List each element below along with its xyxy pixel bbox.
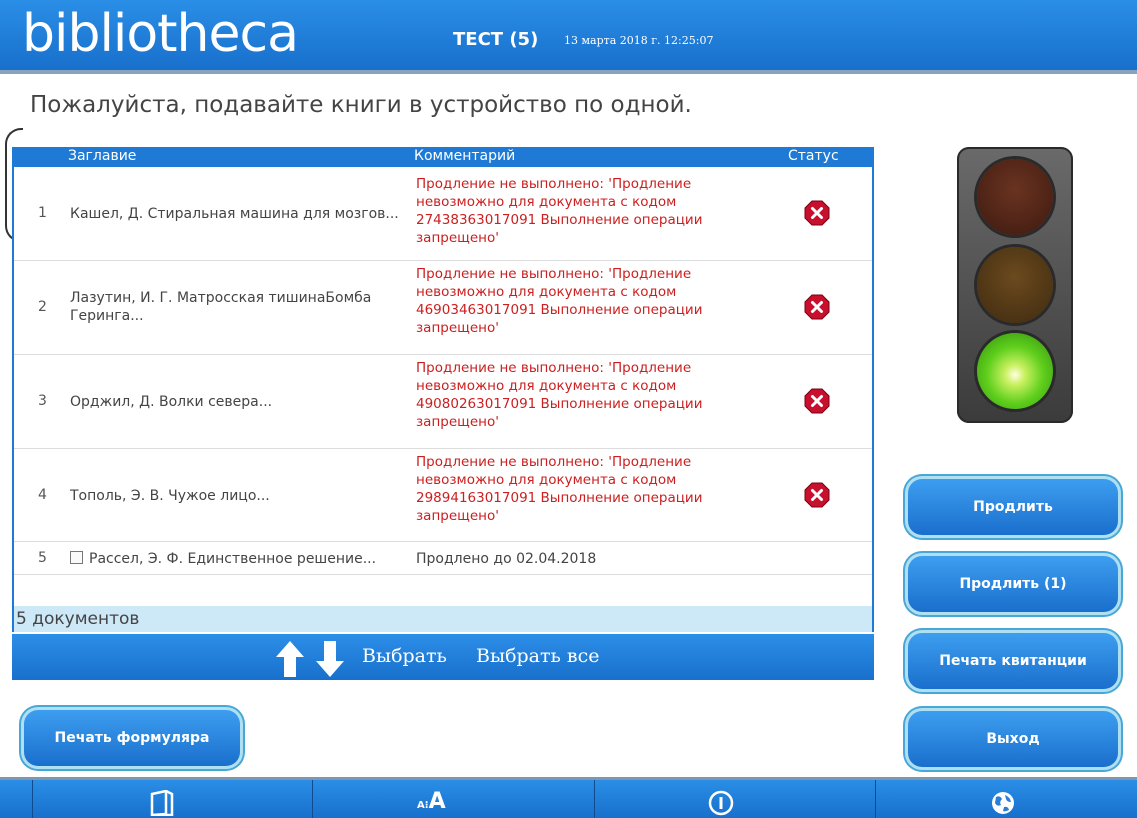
- book-icon[interactable]: [149, 790, 175, 816]
- row-title: Лазутин, И. Г. Матросская тишинаБомба Ге…: [70, 290, 372, 324]
- row-number: 1: [38, 205, 47, 221]
- row-number: 4: [38, 487, 47, 503]
- footer-separator: [875, 780, 876, 818]
- column-header-status: Статус: [788, 148, 839, 164]
- table-header: Заглавие Комментарий Статус: [12, 147, 874, 167]
- header-divider: [0, 70, 1137, 74]
- renew-one-button[interactable]: Продлить (1): [908, 556, 1118, 612]
- column-header-comment: Комментарий: [414, 148, 516, 164]
- header-bar: bibliotheca ТЕСТ (5) 13 марта 2018 г. 12…: [0, 0, 1137, 70]
- footer-separator: [312, 780, 313, 818]
- print-receipt-button[interactable]: Печать квитанции: [908, 633, 1118, 689]
- row-number: 5: [38, 550, 47, 566]
- error-status-icon: [804, 482, 830, 508]
- bibliotheca-logo: bibliotheca: [22, 4, 299, 64]
- table-row[interactable]: 5 Рассел, Э. Ф. Единственное решение... …: [14, 542, 872, 575]
- row-comment: Продление не выполнено: 'Продление невоз…: [416, 266, 703, 336]
- station-name: ТЕСТ (5): [453, 29, 539, 50]
- instruction-text: Пожалуйста, подавайте книги в устройство…: [30, 92, 692, 118]
- row-title: Рассел, Э. Ф. Единственное решение...: [89, 551, 377, 567]
- footer-bar: A⁝A: [0, 780, 1137, 818]
- column-header-title: Заглавие: [68, 148, 137, 164]
- table-row[interactable]: 3 Орджил, Д. Волки севера... Продление н…: [14, 355, 872, 449]
- error-status-icon: [804, 200, 830, 226]
- row-comment: Продление не выполнено: 'Продление невоз…: [416, 360, 703, 430]
- error-status-icon: [804, 294, 830, 320]
- yellow-lamp: [977, 247, 1053, 323]
- row-comment: Продление не выполнено: 'Продление невоз…: [416, 176, 703, 246]
- traffic-light: [957, 147, 1073, 423]
- row-checkbox[interactable]: [70, 551, 83, 564]
- footer-separator: [32, 780, 33, 818]
- info-icon[interactable]: [708, 790, 734, 816]
- row-number: 3: [38, 393, 47, 409]
- row-title-with-checkbox: Рассел, Э. Ф. Единственное решение...: [70, 550, 400, 568]
- select-all-button[interactable]: Выбрать все: [476, 645, 600, 667]
- footer-separator: [594, 780, 595, 818]
- exit-button[interactable]: Выход: [908, 711, 1118, 767]
- datetime-label: 13 марта 2018 г. 12:25:07: [564, 34, 714, 47]
- row-comment: Продление не выполнено: 'Продление невоз…: [416, 454, 703, 524]
- red-lamp: [977, 159, 1053, 235]
- arrow-up-icon[interactable]: [276, 641, 304, 677]
- arrow-down-icon[interactable]: [316, 641, 344, 677]
- row-title: Кашел, Д. Стиральная машина для мозгов..…: [70, 206, 399, 222]
- row-number: 2: [38, 299, 47, 315]
- font-size-icon[interactable]: A⁝A: [417, 789, 446, 814]
- row-title: Орджил, Д. Волки севера...: [70, 394, 273, 410]
- select-button[interactable]: Выбрать: [362, 645, 447, 667]
- renew-button[interactable]: Продлить: [908, 479, 1118, 535]
- row-comment: Продлено до 02.04.2018: [416, 551, 597, 567]
- green-lamp-active: [977, 333, 1053, 409]
- row-title: Тополь, Э. В. Чужое лицо...: [70, 488, 270, 504]
- document-count-bar: 5 документов: [12, 606, 874, 632]
- table-row[interactable]: 1 Кашел, Д. Стиральная машина для мозгов…: [14, 167, 872, 261]
- table-toolbar: Выбрать Выбрать все: [12, 634, 874, 680]
- document-count: 5 документов: [16, 609, 140, 629]
- table-row[interactable]: 4 Тополь, Э. В. Чужое лицо... Продление …: [14, 449, 872, 542]
- print-form-button[interactable]: Печать формуляра: [24, 710, 240, 766]
- error-status-icon: [804, 388, 830, 414]
- globe-icon[interactable]: [990, 790, 1016, 816]
- table-row[interactable]: 2 Лазутин, И. Г. Матросская тишинаБомба …: [14, 261, 872, 355]
